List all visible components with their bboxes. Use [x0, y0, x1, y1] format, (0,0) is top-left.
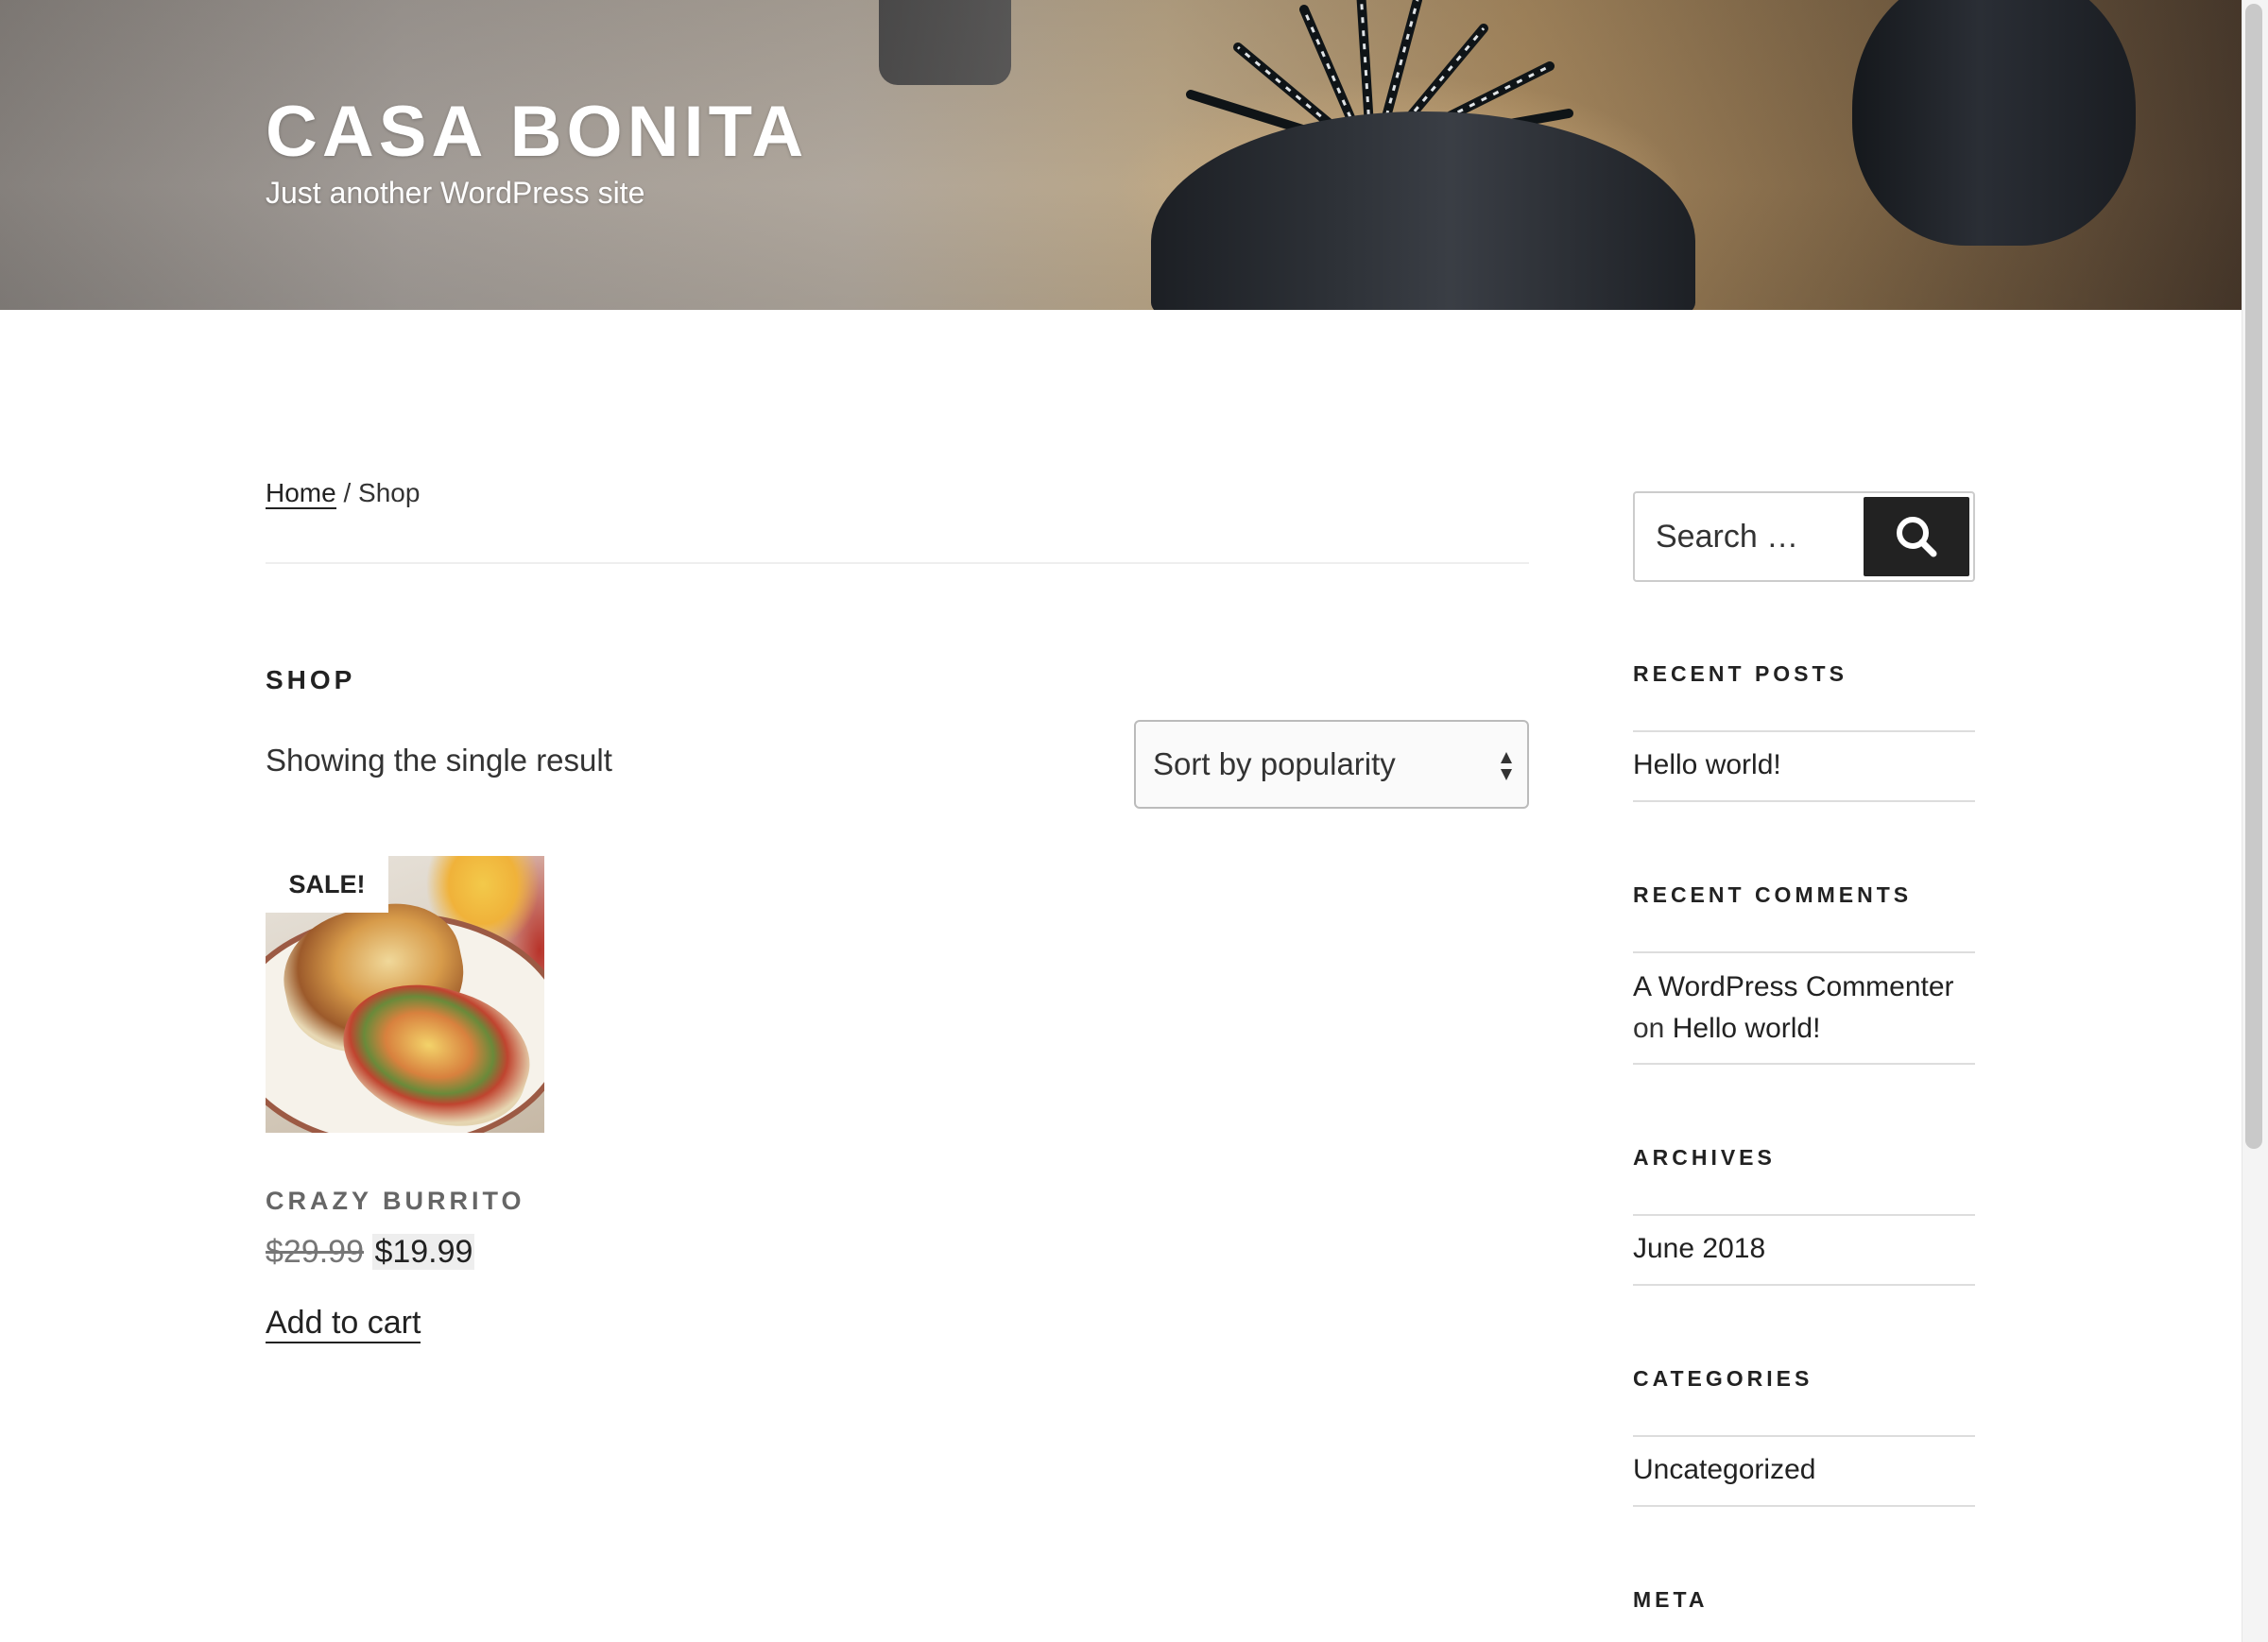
widget-title-meta: META: [1633, 1587, 1709, 1612]
breadcrumb-home-link[interactable]: Home: [266, 478, 336, 509]
breadcrumb-divider: [266, 562, 1529, 564]
orderby-selected-label: Sort by popularity: [1153, 746, 1396, 781]
site-branding: CASA BONITA Just another WordPress site: [266, 91, 808, 211]
widget-title-recent-comments: RECENT COMMENTS: [1633, 882, 1913, 907]
search-form: [1633, 491, 1975, 582]
scrollbar-thumb[interactable]: [2245, 4, 2262, 1149]
add-to-cart-button[interactable]: Add to cart: [266, 1304, 421, 1343]
recent-post-link[interactable]: Hello world!: [1633, 749, 1781, 781]
site-header: CASA BONITA Just another WordPress site: [0, 0, 2242, 310]
sale-badge: SALE!: [266, 856, 388, 913]
widget-divider: [1633, 1214, 1975, 1216]
category-link[interactable]: Uncategorized: [1633, 1454, 1815, 1486]
sale-price: $19.99: [372, 1234, 475, 1270]
header-image-decor: [1852, 0, 2136, 246]
breadcrumb: Home / Shop: [266, 478, 421, 509]
orderby-select[interactable]: Sort by popularity: [1134, 720, 1529, 809]
recent-comment-item: A WordPress Commenter on Hello world!: [1633, 966, 1975, 1050]
site-description: Just another WordPress site: [266, 176, 645, 210]
widget-title-categories: CATEGORIES: [1633, 1366, 1813, 1391]
widget-divider: [1633, 1435, 1975, 1437]
page-title: SHOP: [266, 665, 356, 694]
search-button[interactable]: [1864, 497, 1969, 576]
product-price: $29.99 $19.99: [266, 1234, 475, 1271]
breadcrumb-separator: /: [335, 478, 359, 507]
widget-title-recent-posts: RECENT POSTS: [1633, 661, 1847, 686]
comment-on-label: on: [1633, 1013, 1665, 1044]
widget-divider: [1633, 1063, 1975, 1065]
search-icon: [1897, 517, 1937, 557]
regular-price: $29.99: [266, 1234, 364, 1270]
breadcrumb-current: Shop: [358, 478, 421, 507]
comment-author-link[interactable]: A WordPress Commenter: [1633, 971, 1954, 1002]
header-image-decor: [879, 0, 1011, 85]
select-arrows-icon: [1501, 752, 1512, 780]
widget-divider: [1633, 951, 1975, 953]
widget-divider: [1633, 1505, 1975, 1507]
result-count: Showing the single result: [266, 743, 612, 778]
widget-divider: [1633, 730, 1975, 732]
archive-link[interactable]: June 2018: [1633, 1233, 1765, 1265]
search-input[interactable]: [1635, 493, 1852, 580]
site-title[interactable]: CASA BONITA: [266, 91, 808, 174]
widget-title-archives: ARCHIVES: [1633, 1145, 1776, 1170]
widget-divider: [1633, 1284, 1975, 1286]
widget-divider: [1633, 800, 1975, 802]
product-title[interactable]: CRAZY BURRITO: [266, 1187, 525, 1216]
comment-post-link[interactable]: Hello world!: [1673, 1013, 1821, 1044]
